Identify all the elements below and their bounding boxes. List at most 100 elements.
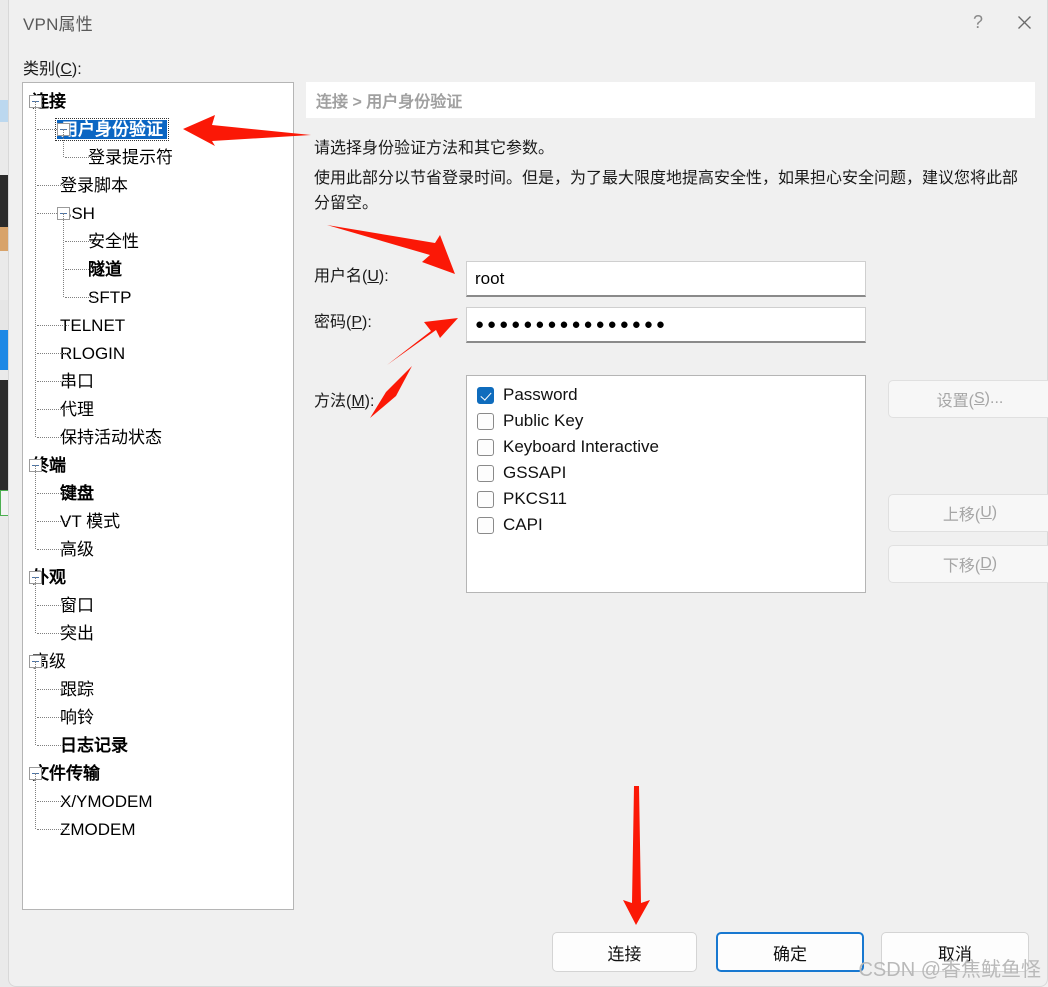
auth-method-label: Keyboard Interactive xyxy=(503,437,659,456)
auth-method-row[interactable]: Public Key xyxy=(477,408,865,434)
auth-method-row[interactable]: CAPI xyxy=(477,512,865,538)
auth-method-label: CAPI xyxy=(503,515,543,534)
tree-connector-h-18 xyxy=(37,605,69,606)
tree-item-17[interactable]: 外观 xyxy=(23,563,293,591)
password-label-key: P xyxy=(351,314,363,331)
tree-item-label: X/YMODEM xyxy=(60,791,153,811)
methods-label-prefix: 方法( xyxy=(314,393,352,410)
tree-connector-h-25 xyxy=(37,801,69,802)
move-down-button[interactable]: 下移(D) xyxy=(888,545,1048,583)
move-up-button-suffix: ) xyxy=(991,504,998,521)
tree-item-label: 登录提示符 xyxy=(88,147,173,167)
tree-connector-h-6 xyxy=(65,269,97,270)
tree-inner: 连接 用户身份验证 登录提示符 登录脚本 SSH 安全性 隧道 SFTP TELNET RLOGI… xyxy=(23,83,293,843)
tree-connector-h-10 xyxy=(37,381,69,382)
tree-item-0[interactable]: 连接 xyxy=(23,87,293,115)
tree-connector-h-26 xyxy=(37,829,69,830)
screen: VPN属性 ? 类别(C): 连接 用户身份验证 登录提示符 登录脚本 SSH 安全性 隧道… xyxy=(0,0,1048,987)
tree-item-20[interactable]: 高级 xyxy=(23,647,293,675)
tree-connector-h-16 xyxy=(37,549,69,550)
category-tree[interactable]: 连接 用户身份验证 登录提示符 登录脚本 SSH 安全性 隧道 SFTP TELNET RLOGI… xyxy=(22,82,294,910)
tree-item-13[interactable]: 终端 xyxy=(23,451,293,479)
username-label-prefix: 用户名( xyxy=(314,268,368,285)
tree-connector-h-23 xyxy=(37,745,69,746)
tree-connector-h-3 xyxy=(37,185,69,186)
auth-method-label: Password xyxy=(503,385,578,404)
window-title: VPN属性 xyxy=(23,14,93,34)
checkbox-unchecked-icon[interactable] xyxy=(477,490,494,508)
password-label-suffix: ): xyxy=(362,314,372,331)
close-icon xyxy=(1017,15,1031,29)
checkbox-unchecked-icon[interactable] xyxy=(477,464,494,482)
auth-methods-list[interactable]: Password Public Key Keyboard Interactive GS… xyxy=(466,375,866,593)
tree-spine-auth xyxy=(63,129,64,157)
help-button[interactable]: ? xyxy=(955,0,1001,44)
auth-method-label: Public Key xyxy=(503,411,584,430)
tree-spine-root xyxy=(35,101,36,437)
settings-button-prefix: 设置( xyxy=(936,393,974,410)
auth-method-row[interactable]: GSSAPI xyxy=(477,460,865,486)
category-label-key: C xyxy=(60,61,72,78)
username-value: root xyxy=(475,268,505,288)
checkbox-unchecked-icon[interactable] xyxy=(477,412,494,430)
tree-connector-h-21 xyxy=(37,689,69,690)
tree-connector-h-11 xyxy=(37,409,69,410)
tree-spine-appearance xyxy=(35,577,36,633)
password-input[interactable]: ●●●●●●●●●●●●●●●● xyxy=(466,307,866,343)
tree-connector-h-14 xyxy=(37,493,69,494)
tree-connector-h-15 xyxy=(37,521,69,522)
checkbox-checked-icon[interactable] xyxy=(477,386,494,404)
title-bar: VPN属性 ? xyxy=(9,0,1047,44)
checkbox-unchecked-icon[interactable] xyxy=(477,516,494,534)
tree-connector-h-4 xyxy=(37,213,57,214)
move-up-button-prefix: 上移( xyxy=(942,507,981,524)
username-input[interactable]: root xyxy=(466,261,866,297)
ok-button[interactable]: 确定 xyxy=(716,932,864,972)
settings-button-key: S xyxy=(974,390,985,407)
connect-button[interactable]: 连接 xyxy=(552,932,697,972)
tree-spine-filetransfer xyxy=(35,773,36,829)
auth-method-row[interactable]: Password xyxy=(477,382,865,408)
methods-label-key: M xyxy=(351,393,365,410)
auth-method-label: PKCS11 xyxy=(503,489,567,508)
move-up-button[interactable]: 上移(U) xyxy=(888,494,1048,532)
checkbox-unchecked-icon[interactable] xyxy=(477,438,494,456)
auth-method-row[interactable]: PKCS11 xyxy=(477,486,865,512)
move-down-button-key: D xyxy=(980,555,992,572)
tree-connector-h-19 xyxy=(37,633,69,634)
vpn-properties-dialog: VPN属性 ? 类别(C): 连接 用户身份验证 登录提示符 登录脚本 SSH 安全性 隧道… xyxy=(8,0,1048,987)
tree-spine-terminal xyxy=(35,465,36,549)
tree-item-24[interactable]: 文件传输 xyxy=(23,759,293,787)
tree-connector-h-9 xyxy=(37,353,69,354)
settings-button-suffix: )... xyxy=(984,390,1004,407)
tree-item-label: 用户身份验证 xyxy=(55,117,169,141)
settings-panel: 连接 > 用户身份验证 请选择身份验证方法和其它参数。 使用此部分以节省登录时间… xyxy=(306,82,1048,910)
description-secondary: 使用此部分以节省登录时间。但是，为了最大限度地提高安全性，如果担心安全问题，建议… xyxy=(314,170,1019,212)
tree-spine-advanced xyxy=(35,661,36,745)
password-value: ●●●●●●●●●●●●●●●● xyxy=(475,316,668,333)
category-label-prefix: 类别( xyxy=(23,61,61,78)
tree-spine-ssh xyxy=(63,213,64,297)
watermark: CSDN @香焦鱿鱼怪 xyxy=(858,959,1041,981)
methods-label-suffix: ): xyxy=(364,393,375,410)
tree-connector-h-22 xyxy=(37,717,69,718)
username-label: 用户名(U): xyxy=(314,262,389,286)
move-up-button-key: U xyxy=(980,504,992,521)
auth-method-row[interactable]: Keyboard Interactive xyxy=(477,434,865,460)
move-down-button-prefix: 下移( xyxy=(942,558,981,575)
password-label-prefix: 密码( xyxy=(314,314,352,331)
close-button[interactable] xyxy=(1001,0,1047,44)
tree-item-label: 保持活动状态 xyxy=(60,427,162,447)
tree-item-label: ZMODEM xyxy=(60,819,136,839)
tree-connector-h-5 xyxy=(65,241,97,242)
tree-connector-h-1 xyxy=(37,129,57,130)
breadcrumb: 连接 > 用户身份验证 xyxy=(306,82,1035,118)
password-label: 密码(P): xyxy=(314,308,372,332)
settings-button[interactable]: 设置(S)... xyxy=(888,380,1048,418)
category-label: 类别(C): xyxy=(23,55,82,79)
description-primary: 请选择身份验证方法和其它参数。 xyxy=(314,140,555,157)
question-mark-icon: ? xyxy=(972,11,983,32)
username-label-suffix: ): xyxy=(378,268,389,285)
tree-connector-h-8 xyxy=(37,325,69,326)
tree-connector-h-7 xyxy=(65,297,97,298)
